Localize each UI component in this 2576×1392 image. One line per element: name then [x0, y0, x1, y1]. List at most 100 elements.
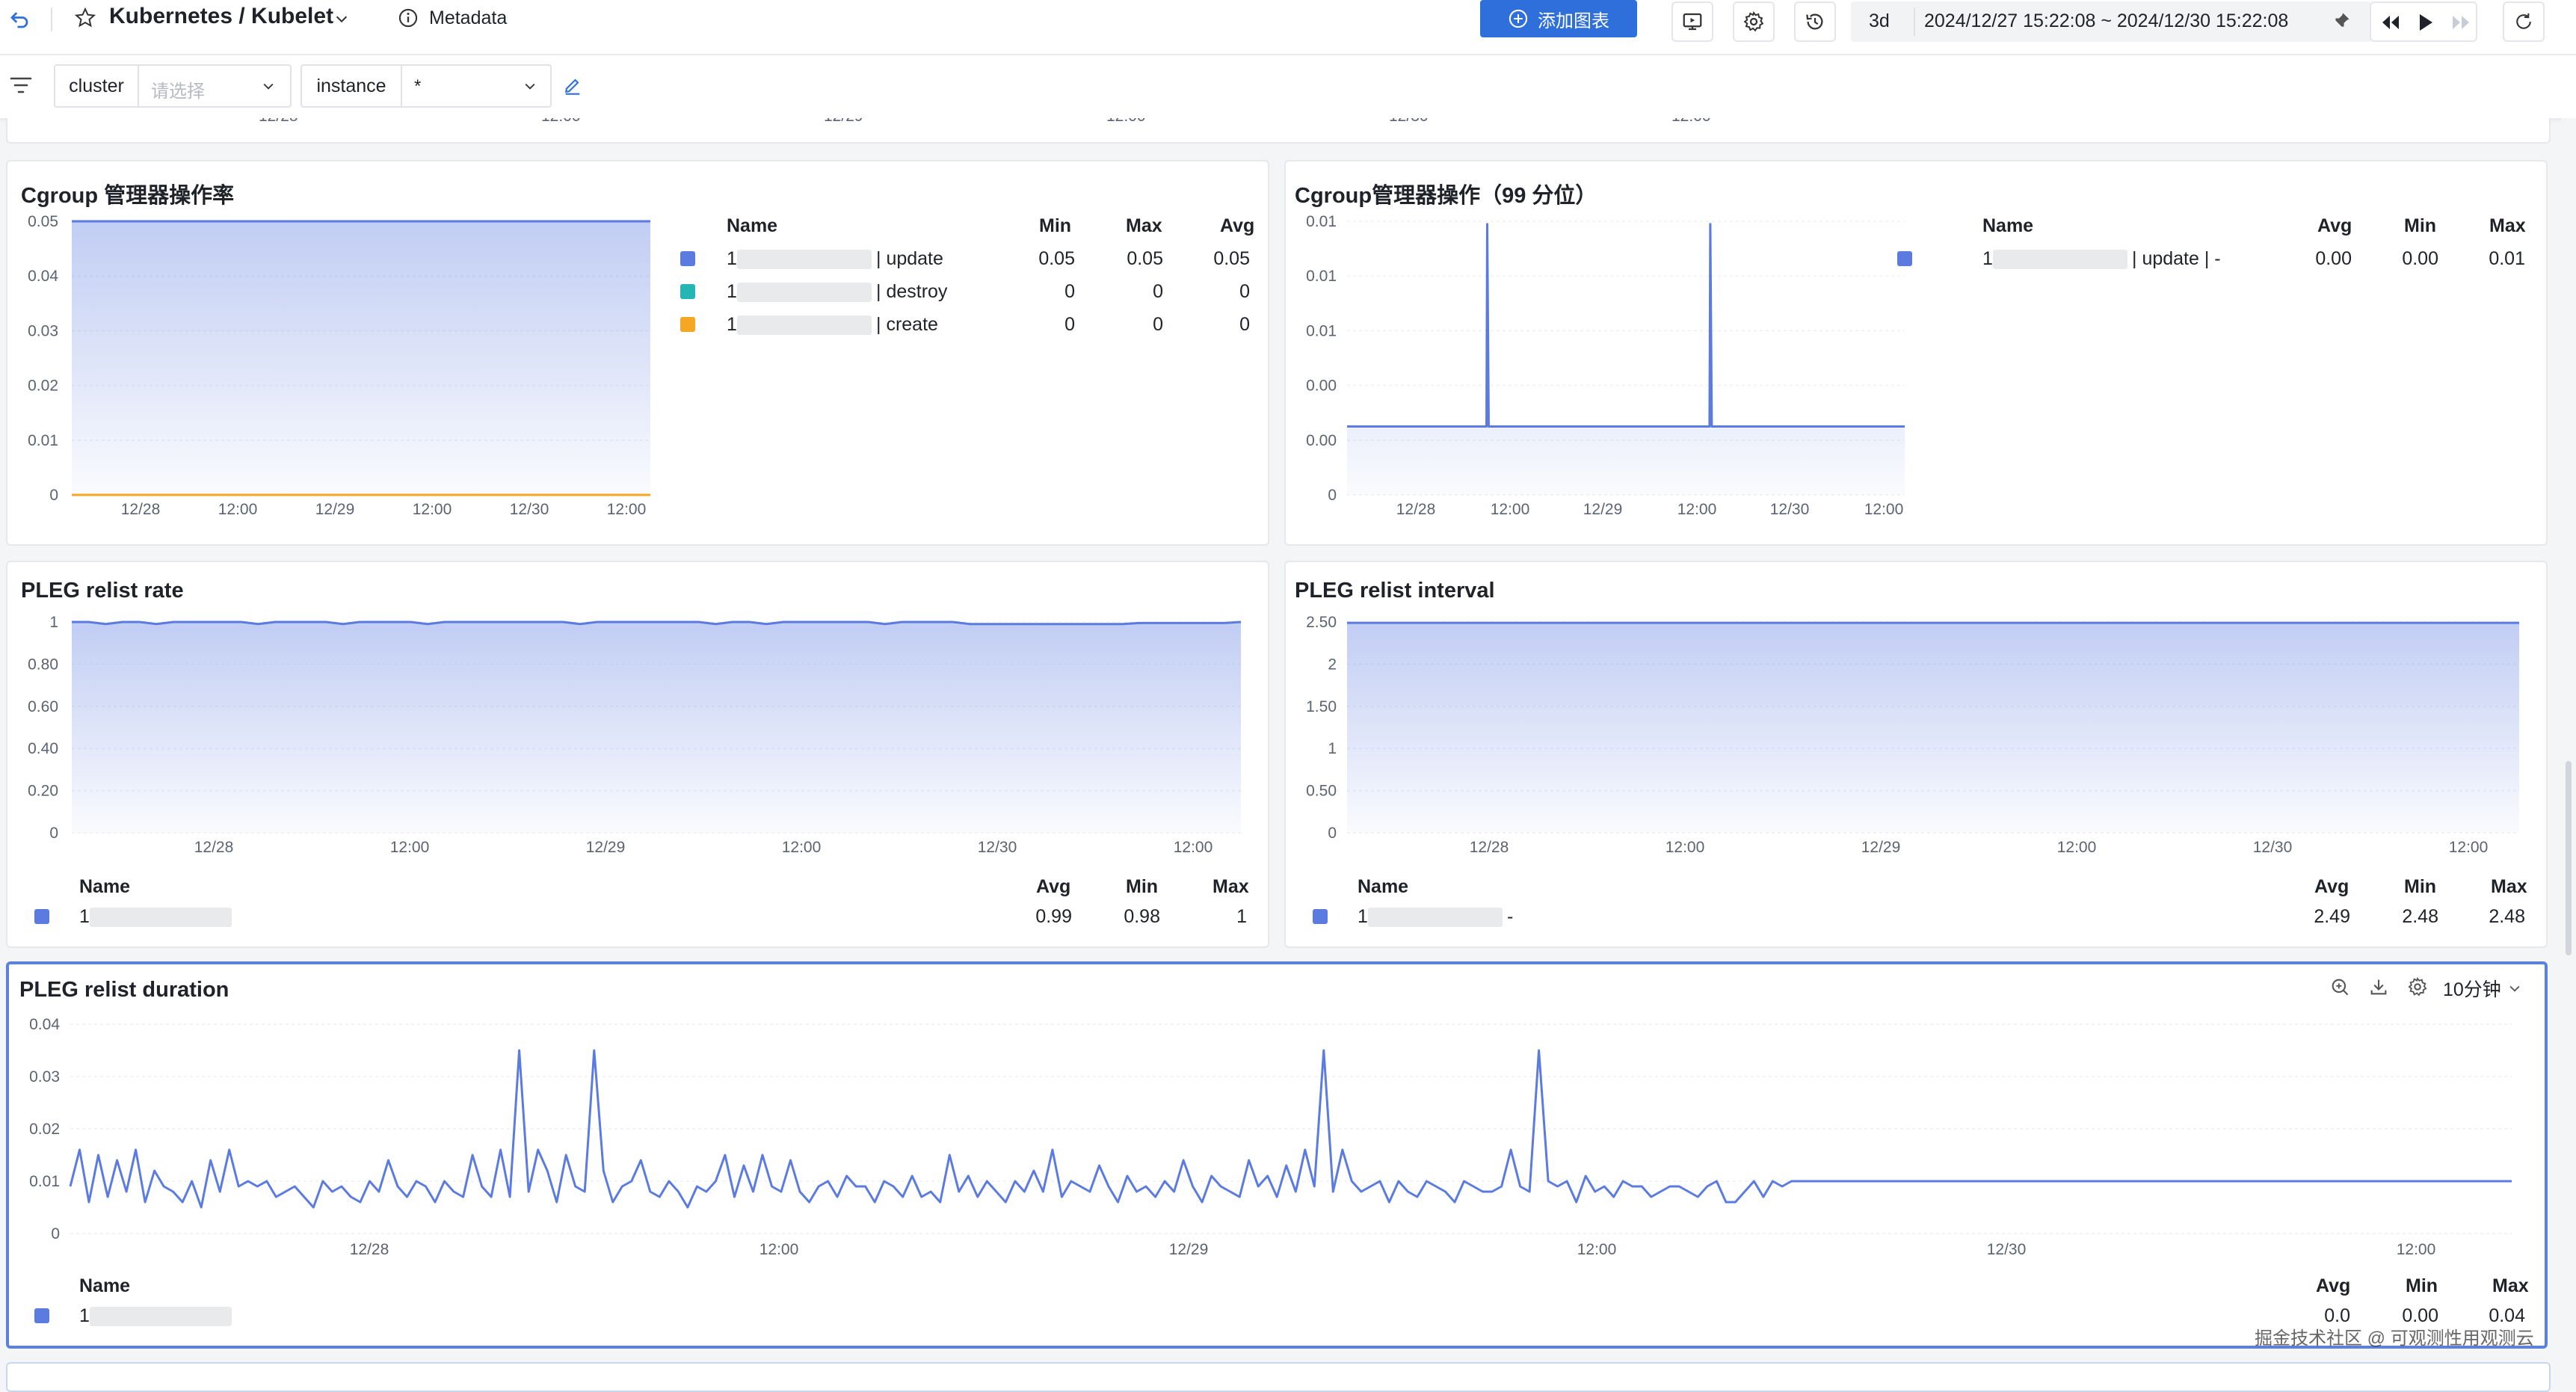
x-tick-label: 12:00	[759, 1241, 799, 1258]
redacted-block	[1993, 250, 2127, 269]
legend-value-min: 0.98	[1124, 906, 1160, 927]
legend-header-name: Name	[1982, 215, 2034, 236]
legend-value-max: 0.05	[1127, 248, 1163, 269]
instance-filter[interactable]: instance *	[301, 64, 552, 108]
settings-button[interactable]	[1733, 1, 1775, 42]
chart-plot[interactable]: 0.04 0.03 0.02 0.01 0 12/28 12:00 12/29 12:00 12/…	[9, 964, 2545, 1278]
scrollbar-track[interactable]	[2561, 118, 2576, 1379]
legend-header-min: Min	[1126, 876, 1159, 897]
panel-pleg-relist-duration[interactable]: PLEG relist duration 10分钟 0.04 0.03 0.02 0.…	[6, 961, 2548, 1349]
y-tick-label: 0.01	[1306, 268, 1337, 285]
presentation-button[interactable]	[1671, 1, 1713, 42]
legend-series-name[interactable]: 1	[727, 281, 737, 303]
y-tick-label: 0	[1328, 825, 1337, 842]
legend-value-avg: 2.49	[2314, 906, 2350, 927]
chart-plot[interactable]: 2.50 2 1.50 1 0.50 0 12/28 12:00 12/29 12:00 12/30…	[1286, 562, 2548, 876]
panel-cgroup-rate[interactable]: Cgroup 管理器操作率 0.05 0.04 0.03 0.02 0.01 0 12/28…	[6, 160, 1269, 546]
x-tick-label: 12/29	[1169, 1241, 1209, 1258]
time-range-picker[interactable]: 3d 2024/12/27 15:22:08 ~ 2024/12/30 15:2…	[1851, 1, 2371, 42]
dashboard-title[interactable]: Kubernetes / Kubelet	[109, 4, 333, 29]
legend-swatch[interactable]	[680, 317, 695, 332]
previous-panel-remnant: 12/28 12:00 12/29 12:00 12/30 12:00	[6, 118, 2551, 144]
legend-series-name[interactable]: 1	[727, 248, 737, 270]
info-icon[interactable]	[396, 6, 420, 30]
x-tick-label: 12:00	[1174, 839, 1213, 856]
y-tick-label: 0.04	[28, 268, 58, 285]
chart-plot[interactable]: 1 0.80 0.60 0.40 0.20 0 12/28 12:00 12/29 12:00 12…	[7, 562, 1269, 876]
legend-swatch[interactable]	[1897, 251, 1912, 266]
fast-forward-icon[interactable]	[2447, 10, 2474, 34]
legend-swatch[interactable]	[34, 1308, 49, 1323]
legend-series-name[interactable]: 1	[1982, 248, 1993, 270]
play-icon[interactable]	[2415, 10, 2437, 34]
y-tick-label: 0.50	[1306, 783, 1337, 800]
redacted-block	[90, 1307, 232, 1326]
y-tick-label: 0.20	[28, 783, 58, 800]
back-icon[interactable]	[4, 3, 34, 36]
chart-plot[interactable]: 0.01 0.01 0.01 0.00 0.00 0 12/28 12:00 12/29 12:0…	[1286, 161, 1914, 546]
scrollbar-thumb[interactable]	[2566, 761, 2572, 955]
legend-series-suffix: -	[1507, 906, 1514, 927]
x-tick-label: 12:00	[1666, 839, 1705, 856]
legend-swatch[interactable]	[34, 909, 49, 924]
panel-pleg-relist-interval[interactable]: PLEG relist interval 2.50 2 1.50 1 0.50 0 12/2…	[1284, 561, 2548, 948]
legend-series-name[interactable]: 1	[727, 314, 737, 336]
legend-swatch[interactable]	[680, 251, 695, 266]
x-tick-label: 12/30	[1987, 1241, 2027, 1258]
legend-header-min: Min	[1039, 215, 1072, 236]
legend-header-avg: Avg	[1036, 876, 1071, 897]
y-tick-label: 0	[51, 1225, 60, 1242]
legend-value-min: 0.00	[2402, 248, 2438, 269]
panel-pleg-relist-rate[interactable]: PLEG relist rate 1 0.80 0.60 0.40 0.20 0 12/28…	[6, 561, 1269, 948]
chart-plot[interactable]: 0.05 0.04 0.03 0.02 0.01 0 12/28 12:00 12/29 12:0…	[7, 161, 665, 546]
time-range-short: 3d	[1869, 10, 1890, 31]
x-tick-label: 12/29	[1861, 839, 1901, 856]
add-chart-label: 添加图表	[1538, 10, 1609, 31]
cluster-select[interactable]: 请选择	[151, 76, 205, 102]
star-icon[interactable]	[72, 4, 99, 31]
y-tick-label: 0.02	[28, 378, 58, 395]
redacted-block	[90, 908, 232, 927]
pin-icon[interactable]	[2326, 6, 2356, 36]
y-tick-label: 2.50	[1306, 614, 1337, 631]
metadata-link[interactable]: Metadata	[429, 7, 507, 29]
cluster-filter[interactable]: cluster 请选择	[54, 64, 292, 108]
y-tick-label: 0.01	[1306, 322, 1337, 339]
edit-icon[interactable]	[559, 72, 586, 99]
legend-series-name[interactable]: 1	[1358, 906, 1368, 928]
rewind-icon[interactable]	[2377, 10, 2404, 34]
cluster-label: cluster	[55, 66, 139, 106]
gear-icon	[1743, 11, 1764, 32]
redacted-block	[1368, 908, 1503, 927]
x-tick-label: 12:00	[2397, 1241, 2436, 1258]
refresh-button[interactable]	[2503, 1, 2545, 42]
y-tick-label: 0.40	[28, 740, 58, 757]
x-tick-label: 12:00	[413, 501, 452, 518]
chevron-down-icon[interactable]	[330, 7, 353, 30]
legend-value-max: 0	[1153, 314, 1163, 335]
plus-circle-icon	[1509, 9, 1528, 28]
panel-cgroup-p99[interactable]: Cgroup管理器操作（99 分位） 0.01 0.01 0.01 0.00 0.00 0…	[1284, 160, 2548, 546]
series-line	[1347, 223, 1905, 428]
x-tick-label: 12:00	[390, 839, 430, 856]
redacted-block	[737, 315, 872, 335]
x-tick-label: 12:00	[2449, 839, 2489, 856]
add-chart-button[interactable]: 添加图表	[1480, 0, 1637, 37]
x-tick-label: 12:00	[782, 839, 822, 856]
legend-swatch[interactable]	[680, 284, 695, 299]
x-tick-label: 12/29	[586, 839, 626, 856]
y-tick-label: 0	[49, 487, 58, 504]
filter-icon[interactable]	[6, 70, 36, 100]
y-tick-label: 1	[1328, 740, 1337, 757]
x-tick-label: 12/29	[315, 501, 355, 518]
legend-swatch[interactable]	[1313, 909, 1328, 924]
next-panel-remnant	[6, 1362, 2551, 1392]
history-button[interactable]	[1794, 1, 1836, 42]
x-tick-label: 12/28	[194, 839, 234, 856]
legend-header-name: Name	[727, 215, 778, 236]
instance-select[interactable]: *	[414, 76, 421, 97]
x-tick-label: 12:00	[1106, 118, 1146, 126]
legend-series-suffix: | update	[876, 248, 943, 269]
legend-header-max: Max	[1126, 215, 1162, 236]
x-tick-label: 12:00	[607, 501, 647, 518]
